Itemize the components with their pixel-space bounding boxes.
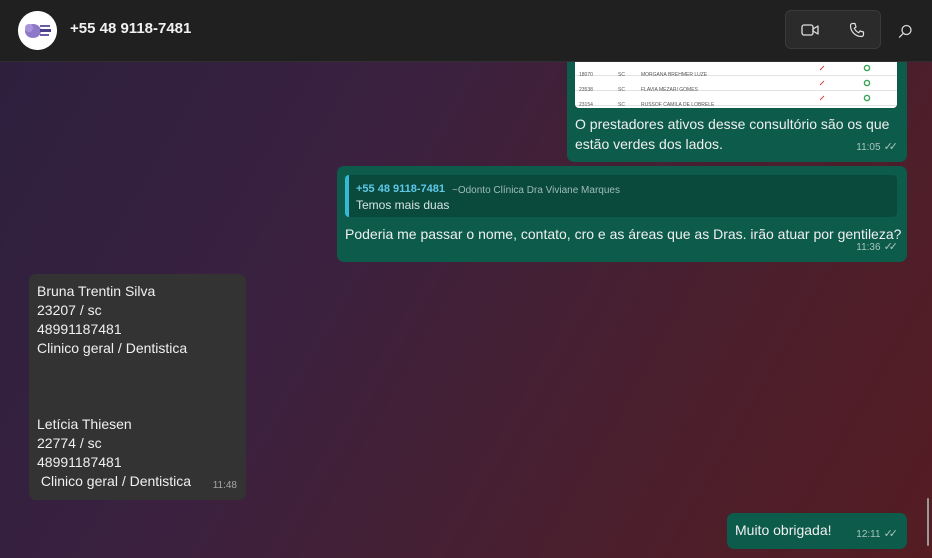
search-button[interactable] xyxy=(892,18,918,44)
chat-scrollbar[interactable] xyxy=(927,498,929,546)
refresh-icon xyxy=(863,79,871,87)
refresh-icon xyxy=(863,94,871,102)
read-receipt-icon: ✓✓ xyxy=(883,241,899,253)
message-meta: 12:11 ✓✓ xyxy=(856,525,898,544)
chat-header: +55 48 9118-7481 xyxy=(0,0,932,62)
message-bubble-outgoing[interactable]: Muito obrigada! 12:11 ✓✓ xyxy=(727,513,907,549)
message-meta: 11:05 ✓✓ xyxy=(856,138,898,157)
image-cell: RUSSOF CAMILA DE LOBRELE xyxy=(641,102,715,108)
message-line: Clinico geral / Dentistica xyxy=(37,473,192,489)
message-line: 48991187481 xyxy=(37,454,122,470)
message-line: Letícia Thiesen xyxy=(37,416,132,432)
attached-image[interactable]: 18070 SC MORGANA BREHMER LUZE 23538 SC F… xyxy=(575,62,897,108)
clinic-logo-icon xyxy=(18,11,57,50)
message-line: 23207 / sc xyxy=(37,302,102,318)
quoted-message[interactable]: +55 48 9118-7481 ~Odonto Clínica Dra Viv… xyxy=(345,175,897,217)
message-time: 11:05 xyxy=(856,142,881,153)
edit-icon xyxy=(819,65,825,71)
message-line: 48991187481 xyxy=(37,321,122,337)
video-camera-icon xyxy=(800,23,819,36)
contact-avatar[interactable] xyxy=(18,11,57,50)
message-line: 22774 / sc xyxy=(37,435,102,451)
message-text: Muito obrigada! xyxy=(735,522,832,538)
video-call-button[interactable] xyxy=(786,11,833,48)
image-cell: 23154 xyxy=(579,102,593,108)
image-row: 23154 SC RUSSOF CAMILA DE LOBRELE xyxy=(575,92,897,108)
message-time: 12:11 xyxy=(856,529,881,540)
message-bubble-outgoing[interactable]: 18070 SC MORGANA BREHMER LUZE 23538 SC F… xyxy=(567,62,907,162)
edit-icon xyxy=(819,95,825,101)
message-time: 11:48 xyxy=(212,480,237,491)
search-icon xyxy=(898,24,912,38)
message-meta: 11:36 ✓✓ xyxy=(856,238,898,257)
quote-author-name: ~Odonto Clínica Dra Viviane Marques xyxy=(452,185,620,196)
read-receipt-icon: ✓✓ xyxy=(883,141,899,153)
quote-text: Temos mais duas xyxy=(356,198,450,212)
message-line: Clinico geral / Dentistica xyxy=(37,340,188,356)
call-button-group xyxy=(785,10,881,49)
phone-icon xyxy=(849,22,864,37)
contact-name[interactable]: +55 48 9118-7481 xyxy=(70,20,191,37)
message-text: O prestadores ativos desse consultório s… xyxy=(575,116,890,152)
message-bubble-outgoing[interactable]: +55 48 9118-7481 ~Odonto Clínica Dra Viv… xyxy=(337,166,907,262)
image-row: 18070 SC MORGANA BREHMER LUZE xyxy=(575,62,897,78)
voice-call-button[interactable] xyxy=(833,11,880,48)
image-row: 23538 SC FLAVIA MEZARI GOMES xyxy=(575,77,897,93)
edit-icon xyxy=(819,80,825,86)
read-receipt-icon: ✓✓ xyxy=(883,528,899,540)
message-bubble-incoming[interactable]: Bruna Trentin Silva 23207 / sc 489911874… xyxy=(29,274,246,500)
refresh-icon xyxy=(863,64,871,72)
message-text: Poderia me passar o nome, contato, cro e… xyxy=(345,226,902,242)
message-line: Bruna Trentin Silva xyxy=(37,283,156,299)
message-meta: 11:48 xyxy=(213,476,237,495)
message-time: 11:36 xyxy=(856,242,881,253)
image-cell: SC xyxy=(618,102,625,108)
